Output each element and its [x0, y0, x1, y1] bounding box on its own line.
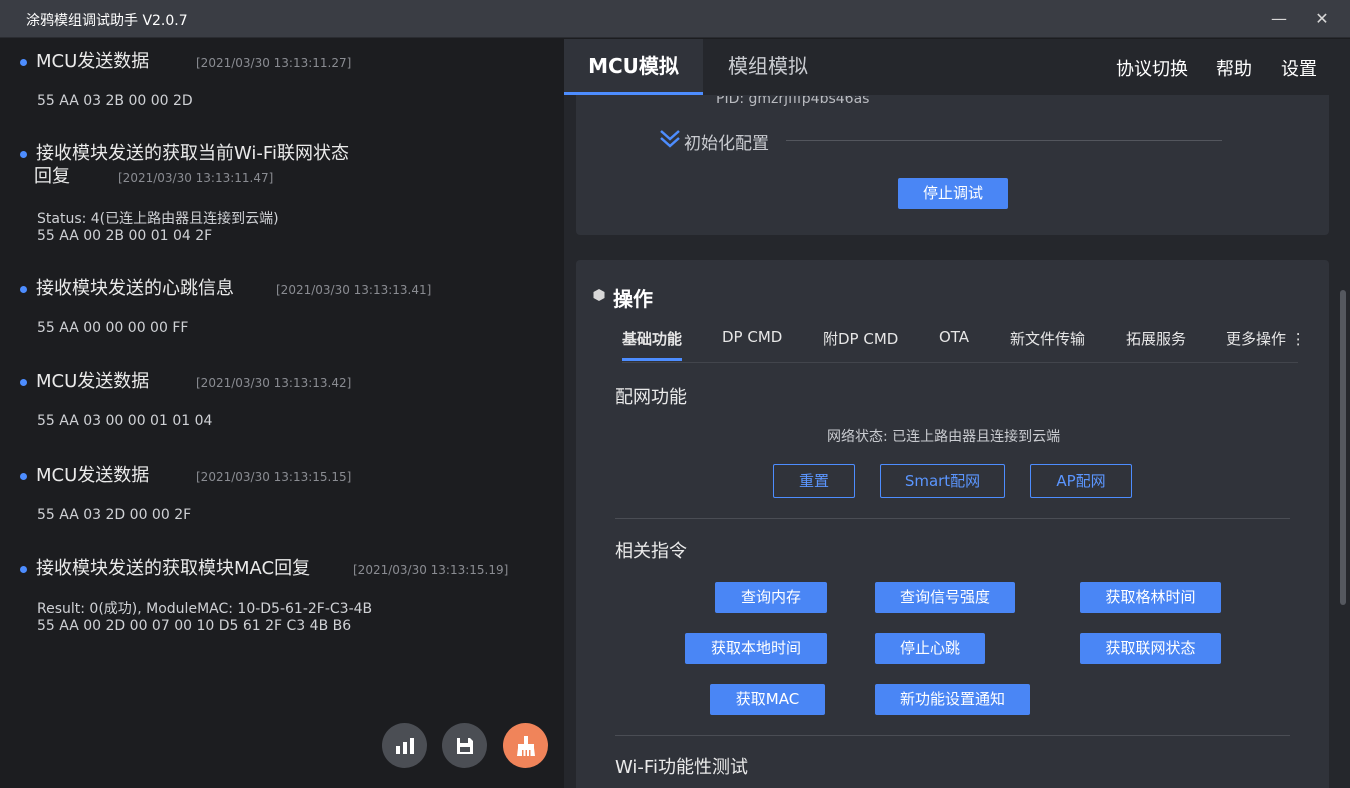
log-line: 55 AA 00 2B 00 01 04 2F — [37, 228, 213, 244]
bar-chart-icon — [395, 737, 414, 754]
window-title: 涂鸦模组调试助手 V2.0.7 — [26, 13, 188, 29]
reset-button[interactable]: 重置 — [773, 464, 855, 498]
log-heading: MCU发送数据 — [36, 51, 150, 72]
subtab-ota[interactable]: OTA — [939, 328, 969, 346]
init-config-label: 初始化配置 — [684, 134, 769, 154]
operation-subtabs: 基础功能 DP CMD 附DP CMD OTA 新文件传输 拓展服务 更多操作 … — [622, 324, 1306, 363]
log-heading-cont: 回复 — [34, 166, 70, 187]
save-icon — [456, 737, 473, 754]
protocol-switch-link[interactable]: 协议切换 — [1116, 55, 1188, 81]
get-gmt-time-button[interactable]: 获取格林时间 — [1080, 582, 1221, 613]
clear-log-button[interactable] — [503, 723, 548, 768]
bullet-dot-icon — [20, 286, 27, 293]
log-entry: MCU发送数据 [2021/03/30 13:13:13.42] 55 AA 0… — [0, 359, 563, 439]
scrollbar[interactable] — [1340, 290, 1346, 605]
simulation-panel: PID: gmzrjfifp4bs46as 初始化配置 停止调试 操作 基础功能… — [564, 39, 1350, 788]
log-heading: 接收模块发送的获取当前Wi-Fi联网状态 — [36, 143, 349, 164]
bullet-dot-icon — [20, 151, 27, 158]
commands-section-title: 相关指令 — [615, 541, 687, 562]
subtab-extended-service[interactable]: 拓展服务 — [1126, 328, 1186, 349]
subtab-basic[interactable]: 基础功能 — [622, 328, 682, 349]
log-timestamp: [2021/03/30 13:13:15.15] — [196, 470, 352, 484]
log-line: 55 AA 00 2D 00 07 00 10 D5 61 2F C3 4B B… — [37, 618, 352, 634]
log-line: 55 AA 03 2B 00 00 2D — [37, 93, 193, 109]
log-timestamp: [2021/03/30 13:13:15.19] — [353, 563, 509, 577]
get-mac-button[interactable]: 获取MAC — [710, 684, 825, 715]
hexagon-icon — [593, 289, 605, 301]
scroll-area[interactable]: PID: gmzrjfifp4bs46as 初始化配置 停止调试 操作 基础功能… — [564, 95, 1350, 788]
log-heading: MCU发送数据 — [36, 465, 150, 486]
log-entry: 接收模块发送的获取模块MAC回复 [2021/03/30 13:13:15.19… — [0, 546, 563, 646]
log-heading: 接收模块发送的心跳信息 — [36, 278, 234, 299]
init-config-section[interactable]: 初始化配置 — [656, 129, 1222, 154]
new-feature-notify-button[interactable]: 新功能设置通知 — [875, 684, 1030, 715]
save-log-button[interactable] — [442, 723, 487, 768]
bullet-dot-icon — [20, 473, 27, 480]
log-line: Status: 4(已连上路由器且连接到云端) — [37, 211, 279, 227]
log-heading: MCU发送数据 — [36, 371, 150, 392]
tab-mcu-simulation[interactable]: MCU模拟 — [564, 39, 703, 95]
log-entry: MCU发送数据 [2021/03/30 13:13:15.15] 55 AA 0… — [0, 453, 563, 533]
get-network-status-button[interactable]: 获取联网状态 — [1080, 633, 1221, 664]
wifi-test-section-title: Wi-Fi功能性测试 — [615, 757, 748, 778]
double-chevron-down-icon — [660, 130, 680, 148]
operations-title: 操作 — [613, 287, 653, 311]
active-subtab-indicator — [622, 358, 682, 361]
help-link[interactable]: 帮助 — [1216, 55, 1252, 81]
main-tab-bar: MCU模拟 模组模拟 协议切换 帮助 设置 — [564, 39, 1350, 95]
section-divider — [615, 735, 1290, 736]
close-button[interactable]: ✕ — [1309, 6, 1335, 32]
smart-config-button[interactable]: Smart配网 — [880, 464, 1005, 498]
subtab-more-actions[interactable]: 更多操作 ⋮ — [1226, 328, 1306, 349]
section-divider — [615, 518, 1290, 519]
log-timestamp: [2021/03/30 13:13:13.42] — [196, 376, 352, 390]
log-timestamp: [2021/03/30 13:13:11.27] — [196, 56, 352, 70]
log-timestamp: [2021/03/30 13:13:11.47] — [118, 171, 274, 185]
network-status: 网络状态: 已连上路由器且连接到云端 — [827, 429, 1061, 445]
pid-text: PID: gmzrjfifp4bs46as — [716, 96, 870, 107]
divider — [786, 140, 1222, 141]
network-section-title: 配网功能 — [615, 387, 687, 408]
tab-module-simulation[interactable]: 模组模拟 — [728, 39, 808, 95]
ap-config-button[interactable]: AP配网 — [1030, 464, 1132, 498]
title-bar: 涂鸦模组调试助手 V2.0.7 — ✕ — [0, 0, 1350, 38]
log-panel: MCU发送数据 [2021/03/30 13:13:11.27] 55 AA 0… — [0, 39, 563, 788]
query-signal-button[interactable]: 查询信号强度 — [875, 582, 1015, 613]
log-line: 55 AA 03 2D 00 00 2F — [37, 507, 192, 523]
log-line: 55 AA 03 00 00 01 01 04 — [37, 413, 213, 429]
stop-debug-button[interactable]: 停止调试 — [898, 178, 1008, 209]
log-timestamp: [2021/03/30 13:13:13.41] — [276, 283, 432, 297]
bullet-dot-icon — [20, 379, 27, 386]
broom-icon — [516, 735, 535, 756]
statistics-button[interactable] — [382, 723, 427, 768]
subtab-more-label: 更多操作 — [1226, 330, 1287, 348]
app-window: 涂鸦模组调试助手 V2.0.7 — ✕ MCU发送数据 [2021/03/30 … — [0, 0, 1350, 788]
subtab-dp-cmd[interactable]: DP CMD — [722, 328, 782, 346]
log-entry: MCU发送数据 [2021/03/30 13:13:11.27] 55 AA 0… — [0, 39, 563, 129]
log-entry: 接收模块发送的心跳信息 [2021/03/30 13:13:13.41] 55 … — [0, 266, 563, 346]
log-line: Result: 0(成功), ModuleMAC: 10-D5-61-2F-C3… — [37, 601, 373, 617]
settings-link[interactable]: 设置 — [1281, 55, 1317, 81]
minimize-button[interactable]: — — [1266, 6, 1292, 32]
bullet-dot-icon — [20, 566, 27, 573]
log-heading: 接收模块发送的获取模块MAC回复 — [36, 558, 311, 579]
log-entry: 接收模块发送的获取当前Wi-Fi联网状态 回复 [2021/03/30 13:1… — [0, 132, 563, 252]
query-memory-button[interactable]: 查询内存 — [715, 582, 827, 613]
operations-card: 操作 基础功能 DP CMD 附DP CMD OTA 新文件传输 拓展服务 更多… — [576, 260, 1329, 788]
vertical-dots-icon: ⋮ — [1286, 330, 1306, 348]
bullet-dot-icon — [20, 59, 27, 66]
stop-heartbeat-button[interactable]: 停止心跳 — [875, 633, 985, 664]
log-line: 55 AA 00 00 00 00 FF — [37, 320, 189, 336]
subtab-extra-dp-cmd[interactable]: 附DP CMD — [823, 328, 898, 349]
get-local-time-button[interactable]: 获取本地时间 — [685, 633, 827, 664]
init-card: PID: gmzrjfifp4bs46as 初始化配置 停止调试 — [576, 95, 1329, 235]
subtab-file-transfer[interactable]: 新文件传输 — [1010, 328, 1085, 349]
